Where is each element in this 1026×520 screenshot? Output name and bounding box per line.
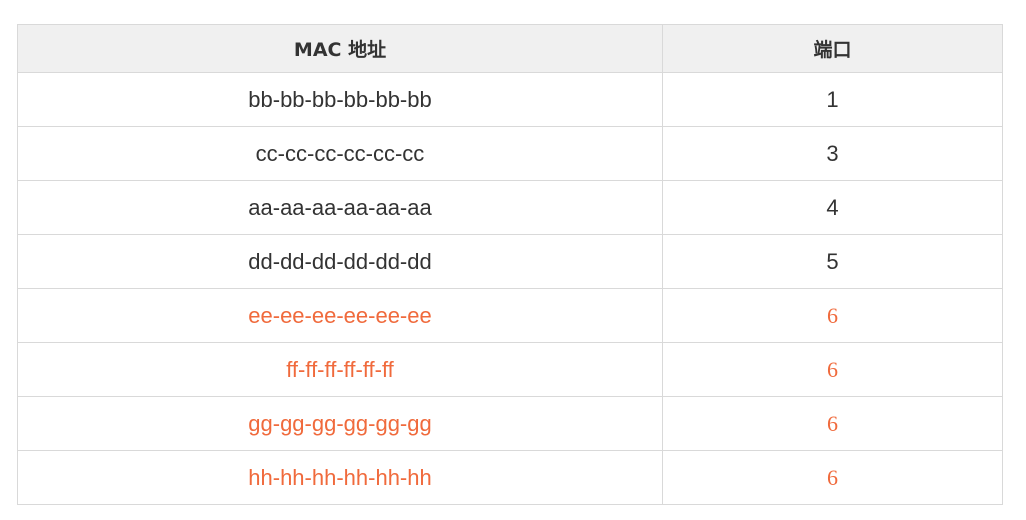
port-cell: 5 (662, 234, 1003, 289)
port-cell: 6 (662, 288, 1003, 343)
port-cell: 6 (662, 450, 1003, 505)
port-cell: 6 (662, 342, 1003, 397)
port-cell: 3 (662, 126, 1003, 181)
mac-cell: cc-cc-cc-cc-cc-cc (17, 126, 663, 181)
table-row: gg-gg-gg-gg-gg-gg 6 (17, 396, 1003, 451)
port-cell: 1 (662, 72, 1003, 127)
table-body: bb-bb-bb-bb-bb-bb 1 cc-cc-cc-cc-cc-cc 3 … (17, 72, 1003, 505)
table-row: dd-dd-dd-dd-dd-dd 5 (17, 234, 1003, 289)
mac-cell: bb-bb-bb-bb-bb-bb (17, 72, 663, 127)
mac-cell: hh-hh-hh-hh-hh-hh (17, 450, 663, 505)
mac-table-container: MAC 地址 端口 bb-bb-bb-bb-bb-bb 1 cc-cc-cc-c… (17, 24, 1003, 505)
table-row: ff-ff-ff-ff-ff-ff 6 (17, 342, 1003, 397)
mac-cell: gg-gg-gg-gg-gg-gg (17, 396, 663, 451)
table-row: ee-ee-ee-ee-ee-ee 6 (17, 288, 1003, 343)
table-row: bb-bb-bb-bb-bb-bb 1 (17, 72, 1003, 127)
port-cell: 6 (662, 396, 1003, 451)
mac-cell: ee-ee-ee-ee-ee-ee (17, 288, 663, 343)
mac-cell: ff-ff-ff-ff-ff-ff (17, 342, 663, 397)
port-header: 端口 (662, 24, 1003, 73)
mac-cell: aa-aa-aa-aa-aa-aa (17, 180, 663, 235)
mac-cell: dd-dd-dd-dd-dd-dd (17, 234, 663, 289)
table-row: aa-aa-aa-aa-aa-aa 4 (17, 180, 1003, 235)
port-cell: 4 (662, 180, 1003, 235)
table-row: hh-hh-hh-hh-hh-hh 6 (17, 450, 1003, 505)
table-row: cc-cc-cc-cc-cc-cc 3 (17, 126, 1003, 181)
mac-address-table: MAC 地址 端口 bb-bb-bb-bb-bb-bb 1 cc-cc-cc-c… (17, 24, 1003, 505)
mac-address-header: MAC 地址 (17, 24, 663, 73)
table-header-row: MAC 地址 端口 (17, 24, 1003, 73)
